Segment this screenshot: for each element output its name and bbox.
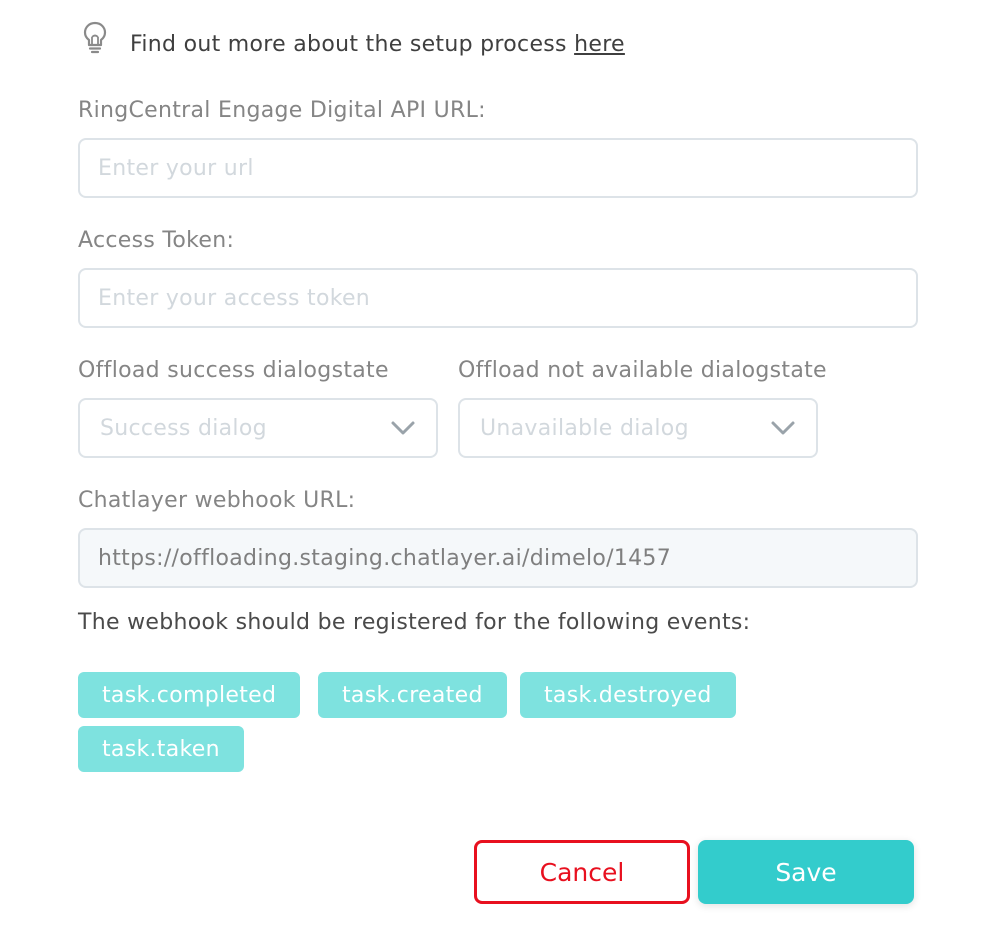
webhook-events-note: The webhook should be registered for the… [78, 610, 751, 635]
offload-success-select[interactable]: Success dialog [78, 398, 438, 458]
offload-unavailable-selected-value: Unavailable dialog [480, 415, 689, 441]
setup-info-text: Find out more about the setup process he… [130, 32, 625, 57]
setup-info-row: Find out more about the setup process he… [80, 20, 625, 68]
event-tag: task.taken [78, 726, 244, 772]
webhook-url-input[interactable] [78, 528, 918, 588]
webhook-url-label: Chatlayer webhook URL: [78, 488, 356, 513]
cancel-button[interactable]: Cancel [474, 840, 690, 904]
offload-unavailable-select[interactable]: Unavailable dialog [458, 398, 818, 458]
offload-success-label: Offload success dialogstate [78, 358, 389, 383]
offloading-settings-form: Find out more about the setup process he… [0, 0, 998, 928]
chevron-down-icon [391, 421, 415, 435]
access-token-label: Access Token: [78, 228, 235, 253]
event-tag: task.destroyed [520, 672, 736, 718]
lightbulb-icon [83, 21, 107, 54]
access-token-input[interactable] [78, 268, 918, 328]
setup-info-link[interactable]: here [574, 32, 625, 57]
offload-success-selected-value: Success dialog [100, 415, 267, 441]
chevron-down-icon [771, 421, 795, 435]
api-url-input[interactable] [78, 138, 918, 198]
event-tag: task.created [318, 672, 507, 718]
offload-unavailable-label: Offload not available dialogstate [458, 358, 827, 383]
api-url-label: RingCentral Engage Digital API URL: [78, 98, 486, 123]
event-tag: task.completed [78, 672, 301, 718]
save-button[interactable]: Save [698, 840, 914, 904]
setup-info-label: Find out more about the setup process [130, 31, 575, 57]
